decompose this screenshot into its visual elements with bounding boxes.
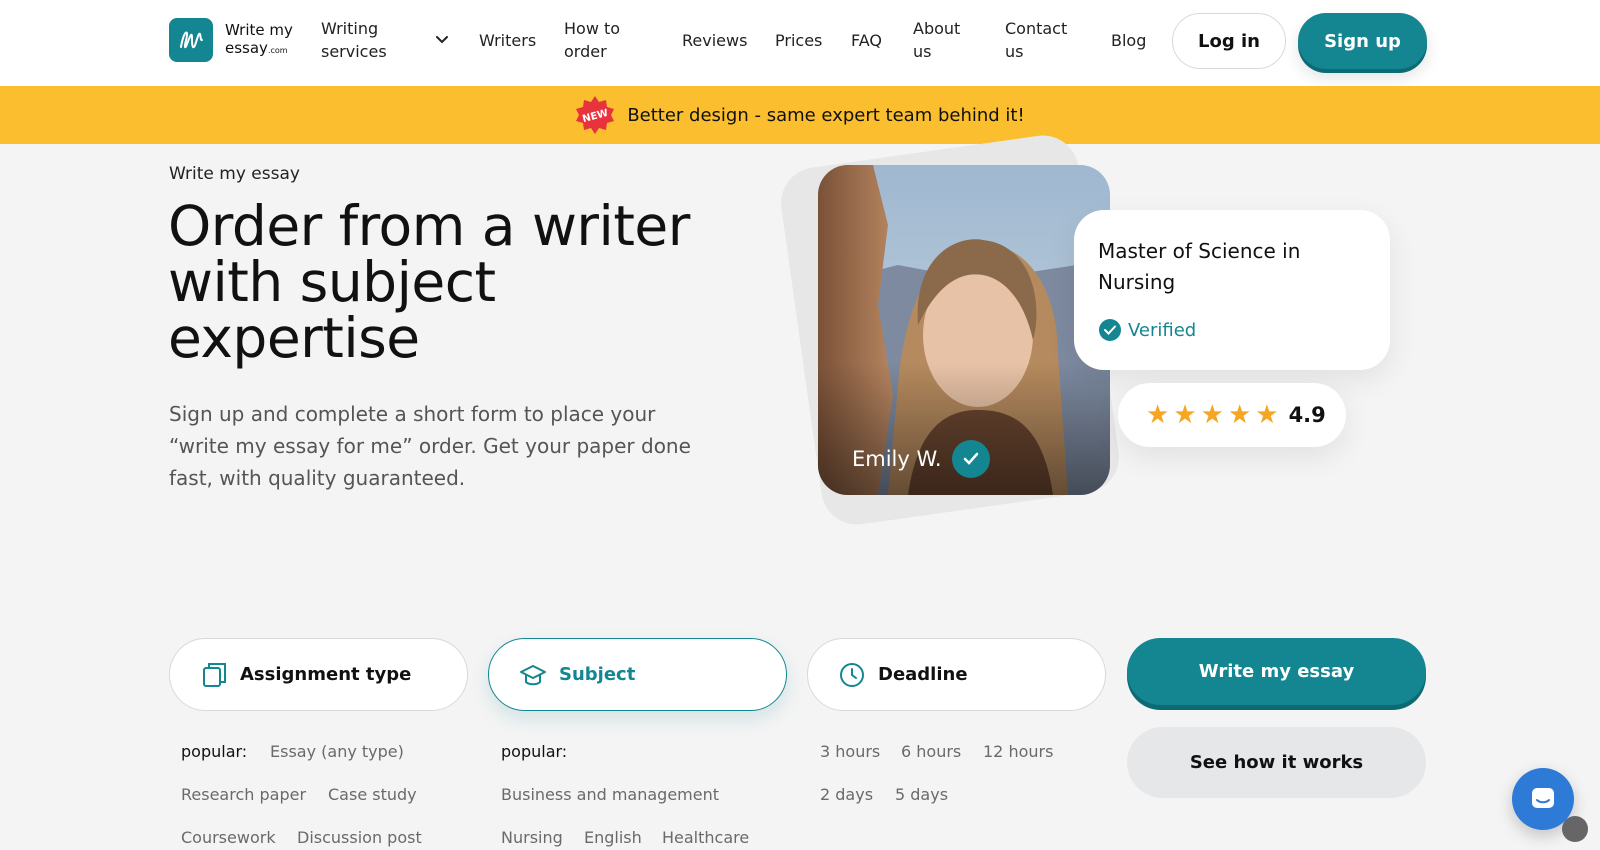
- graduation-cap-icon: [520, 664, 546, 685]
- rating-value: 4.9: [1288, 403, 1326, 427]
- star-icon: ★: [1200, 400, 1224, 430]
- writer-name-tag: Emily W.: [852, 440, 990, 478]
- star-icon: ★: [1255, 400, 1279, 430]
- nav-writers[interactable]: Writers: [479, 29, 536, 52]
- page-title: Order from a writer with subject experti…: [168, 194, 690, 370]
- subject-popular-label: popular:: [501, 742, 568, 761]
- subject-option[interactable]: Business and management: [501, 785, 719, 804]
- logo-line-2: essay: [225, 38, 268, 57]
- subject-option[interactable]: Healthcare: [662, 828, 749, 847]
- nav-blog[interactable]: Blog: [1111, 29, 1146, 52]
- assignment-option[interactable]: Research paper: [181, 785, 306, 804]
- logo-line-1: Write my: [225, 20, 293, 39]
- assignment-option[interactable]: Discussion post: [297, 828, 422, 847]
- announcement-banner: NEW Better design - same expert team beh…: [0, 86, 1600, 144]
- scroll-indicator: [1562, 816, 1588, 842]
- deadline-option[interactable]: 3 hours: [820, 742, 880, 761]
- deadline-label: Deadline: [878, 664, 968, 685]
- star-icon: ★: [1227, 400, 1252, 430]
- assignment-popular-label: popular:: [181, 742, 248, 761]
- writer-name: Emily W.: [852, 447, 942, 471]
- assignment-option[interactable]: Case study: [328, 785, 417, 804]
- clock-icon: [840, 662, 864, 687]
- subject-field[interactable]: Subject: [488, 638, 787, 711]
- deadline-field[interactable]: Deadline: [807, 638, 1106, 711]
- assignment-type-label: Assignment type: [240, 664, 412, 685]
- star-icon: ★: [1173, 400, 1197, 430]
- logo-wordmark: Write my essay.com: [225, 21, 293, 60]
- site-header: Write my essay.com Writing services Writ…: [0, 0, 1600, 86]
- nav-reviews[interactable]: Reviews: [682, 29, 747, 52]
- logo-suffix: .com: [267, 45, 288, 55]
- subject-label: Subject: [559, 664, 636, 685]
- verified-check-icon: [951, 440, 990, 478]
- writer-degree: Master of Science in Nursing: [1098, 239, 1301, 294]
- deadline-option[interactable]: 2 days: [820, 785, 873, 804]
- page-subtitle: Sign up and complete a short form to pla…: [169, 402, 691, 490]
- new-badge-icon: NEW: [576, 96, 615, 134]
- assignment-option[interactable]: Essay (any type): [270, 742, 404, 761]
- nav-contact-us[interactable]: Contact us: [1005, 17, 1075, 63]
- page-eyebrow: Write my essay: [169, 164, 300, 184]
- verified-badge-icon: [1099, 319, 1121, 341]
- verified-status: Verified: [1098, 318, 1196, 342]
- star-icon: ★: [1146, 400, 1170, 430]
- site-logo[interactable]: Write my essay.com: [169, 18, 293, 62]
- subject-option[interactable]: English: [584, 828, 642, 847]
- chevron-down-icon[interactable]: [434, 32, 450, 52]
- banner-text: Better design - same expert team behind …: [627, 104, 1025, 126]
- see-how-it-works-button[interactable]: See how it works: [1127, 727, 1426, 798]
- nav-faq[interactable]: FAQ: [851, 29, 882, 52]
- logo-mark-icon: [169, 18, 213, 62]
- nav-writing-services[interactable]: Writing services: [321, 17, 411, 63]
- write-my-essay-button[interactable]: Write my essay: [1127, 638, 1426, 705]
- nav-how-to-order[interactable]: How to order: [564, 17, 634, 63]
- assignment-option[interactable]: Coursework: [181, 828, 276, 847]
- degree-card: Master of Science in Nursing Verified: [1074, 210, 1390, 370]
- signup-button[interactable]: Sign up: [1298, 13, 1427, 69]
- chat-icon: [1532, 788, 1554, 808]
- verified-label: Verified: [1128, 319, 1197, 341]
- document-icon: [203, 662, 226, 687]
- rating-card: ★ ★ ★ ★ ★ 4.9: [1118, 383, 1346, 447]
- subject-option[interactable]: Nursing: [501, 828, 563, 847]
- nav-prices[interactable]: Prices: [775, 29, 822, 52]
- deadline-option[interactable]: 6 hours: [901, 742, 961, 761]
- assignment-type-field[interactable]: Assignment type: [169, 638, 468, 711]
- nav-about-us[interactable]: About us: [913, 17, 973, 63]
- login-button[interactable]: Log in: [1172, 13, 1286, 69]
- deadline-option[interactable]: 5 days: [895, 785, 948, 804]
- deadline-option[interactable]: 12 hours: [983, 742, 1053, 761]
